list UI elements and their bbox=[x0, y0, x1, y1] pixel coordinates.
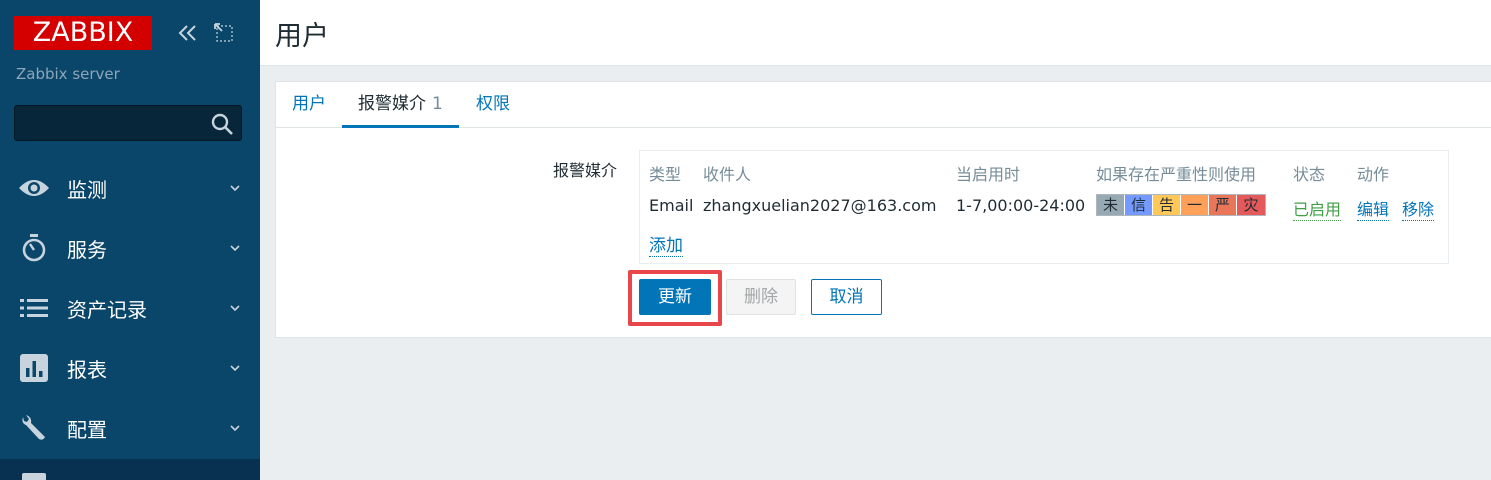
tab-permissions[interactable]: 权限 bbox=[460, 82, 526, 128]
sidebar-item-reports[interactable]: 报表 bbox=[0, 338, 260, 398]
user-form-panel: 用户 报警媒介 1 权限 报警媒介 类型 收件人 当启用时 如果存在严重性则使用 … bbox=[275, 81, 1491, 338]
sidebar-item-label: 服务 bbox=[67, 237, 107, 262]
chevron-down-icon bbox=[230, 425, 240, 432]
cancel-button[interactable]: 取消 bbox=[811, 279, 882, 315]
tab-label: 报警媒介 bbox=[358, 94, 426, 114]
column-header-recipient: 收件人 bbox=[703, 165, 752, 184]
column-header-type: 类型 bbox=[649, 165, 682, 184]
column-header-severity: 如果存在严重性则使用 bbox=[1096, 165, 1257, 184]
column-header-action: 动作 bbox=[1357, 165, 1390, 184]
sidebar-item-label: 资产记录 bbox=[67, 297, 147, 322]
sidebar-item-label: 配置 bbox=[67, 417, 107, 442]
eye-icon bbox=[18, 172, 50, 204]
stopwatch-icon bbox=[18, 232, 50, 264]
bar-chart-icon bbox=[18, 352, 50, 384]
column-header-when-active: 当启用时 bbox=[956, 165, 1021, 184]
tab-media[interactable]: 报警媒介 1 bbox=[342, 82, 459, 128]
update-button[interactable]: 更新 bbox=[639, 279, 711, 315]
severity-information: 信 bbox=[1125, 195, 1153, 215]
severity-high: 严 bbox=[1209, 195, 1237, 215]
sidebar-item-label: 监测 bbox=[67, 177, 107, 202]
severity-disaster: 灾 bbox=[1237, 195, 1265, 215]
media-recipient: zhangxuelian2027@163.com bbox=[703, 196, 937, 215]
page-header: 用户 bbox=[260, 0, 1491, 66]
add-media-link[interactable]: 添加 bbox=[649, 231, 683, 257]
chevron-down-icon bbox=[230, 305, 240, 312]
chevron-down-icon bbox=[230, 245, 240, 252]
zabbix-logo[interactable]: ZABBIX bbox=[14, 16, 152, 50]
chevron-down-icon bbox=[230, 185, 240, 192]
kiosk-mode-icon[interactable] bbox=[214, 23, 234, 43]
sidebar-item-administration[interactable] bbox=[0, 459, 260, 480]
severity-average: 一 bbox=[1181, 195, 1209, 215]
page-title: 用户 bbox=[275, 21, 329, 52]
column-header-status: 状态 bbox=[1293, 165, 1326, 184]
sidebar-item-monitoring[interactable]: 监测 bbox=[0, 158, 260, 218]
sidebar: ZABBIX Zabbix server 监测 服务 资产记录 报表 配置 bbox=[0, 0, 260, 480]
tab-count: 1 bbox=[432, 94, 443, 114]
media-remove-link[interactable]: 移除 bbox=[1402, 196, 1435, 221]
severity-not-classified: 未 bbox=[1097, 195, 1125, 215]
sidebar-item-inventory[interactable]: 资产记录 bbox=[0, 278, 260, 338]
media-field-label: 报警媒介 bbox=[553, 161, 618, 180]
tab-user[interactable]: 用户 bbox=[276, 82, 342, 128]
chevron-down-icon bbox=[230, 365, 240, 372]
media-when-active: 1-7,00:00-24:00 bbox=[956, 196, 1086, 215]
sidebar-item-configuration[interactable]: 配置 bbox=[0, 398, 260, 458]
delete-button[interactable]: 删除 bbox=[726, 279, 796, 315]
server-name: Zabbix server bbox=[16, 65, 120, 83]
tab-label: 权限 bbox=[476, 94, 510, 114]
admin-icon bbox=[22, 473, 46, 480]
search-icon[interactable] bbox=[210, 112, 234, 136]
media-type: Email bbox=[649, 196, 694, 215]
media-edit-link[interactable]: 编辑 bbox=[1357, 196, 1390, 221]
wrench-icon bbox=[18, 412, 50, 444]
collapse-sidebar-icon[interactable] bbox=[176, 20, 200, 46]
sidebar-item-services[interactable]: 服务 bbox=[0, 218, 260, 278]
media-status-link[interactable]: 已启用 bbox=[1293, 196, 1342, 221]
sidebar-search-input[interactable] bbox=[14, 105, 242, 141]
severity-warning: 告 bbox=[1153, 195, 1181, 215]
sidebar-item-label: 报表 bbox=[67, 357, 107, 382]
media-table: 类型 收件人 当启用时 如果存在严重性则使用 状态 动作 Email zhang… bbox=[639, 150, 1449, 264]
tab-label: 用户 bbox=[292, 94, 326, 114]
tab-bar: 用户 报警媒介 1 权限 bbox=[276, 82, 1491, 128]
severity-indicator: 未 信 告 一 严 灾 bbox=[1096, 194, 1266, 216]
list-icon bbox=[18, 292, 50, 324]
